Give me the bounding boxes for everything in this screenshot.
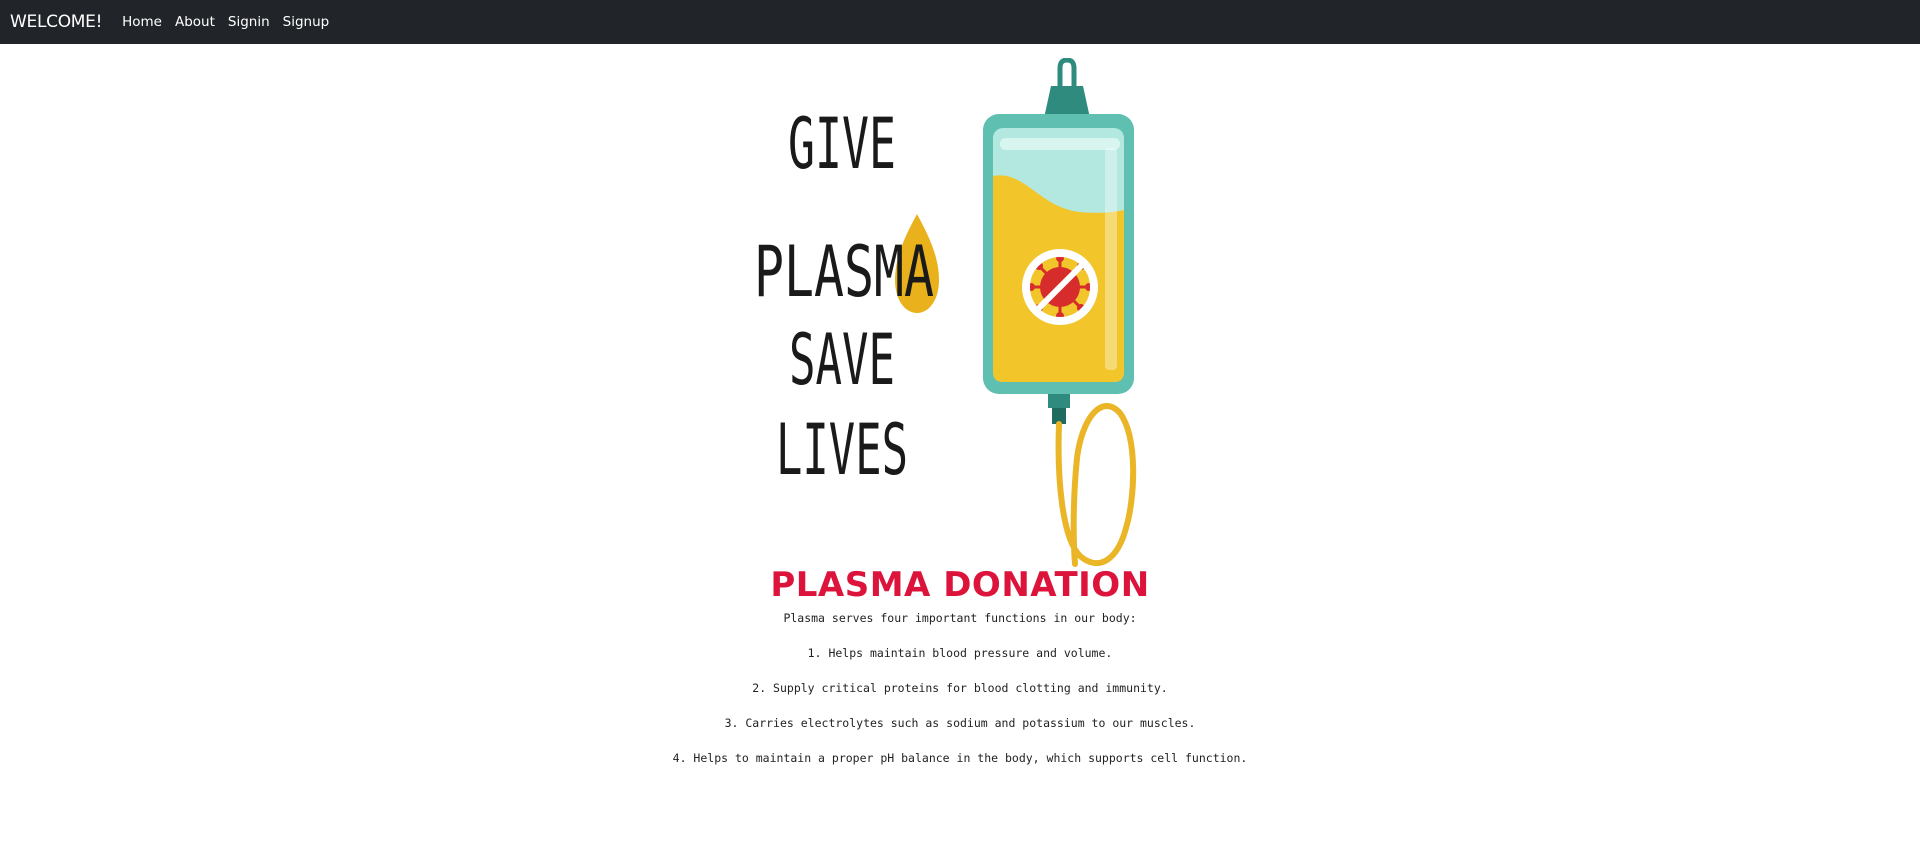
hero-svg: GIVE PLASMA SAVE LIVES xyxy=(754,58,1137,567)
virus-prohibited-icon xyxy=(1022,249,1098,325)
function-item-1: 1. Helps maintain blood pressure and vol… xyxy=(807,646,1113,660)
hero-illustration: GIVE PLASMA SAVE LIVES xyxy=(740,58,1180,570)
nav-link-about[interactable]: About xyxy=(175,14,215,30)
slogan-line-lives: LIVES xyxy=(776,409,908,491)
intro-text: Plasma serves four important functions i… xyxy=(783,611,1137,625)
slogan-line-save: SAVE xyxy=(789,319,895,401)
plasma-functions: Plasma serves four important functions i… xyxy=(0,612,1920,787)
function-item-2: 2. Supply critical proteins for blood cl… xyxy=(752,681,1168,695)
nav-link-home[interactable]: Home xyxy=(122,14,162,30)
nav-link-signin[interactable]: Signin xyxy=(228,14,270,30)
slogan-line-plasma: PLASMA xyxy=(754,231,934,313)
nav-link-signup[interactable]: Signup xyxy=(283,14,330,30)
tube-icon xyxy=(1055,403,1137,567)
function-item-3: 3. Carries electrolytes such as sodium a… xyxy=(724,716,1196,730)
page-title: PLASMA DONATION xyxy=(770,565,1150,605)
brand-welcome[interactable]: WELCOME! xyxy=(10,12,102,32)
slogan-line-give: GIVE xyxy=(788,103,896,185)
top-navbar: WELCOME! Home About Signin Signup xyxy=(0,0,1920,44)
plasma-bag-icon xyxy=(983,58,1134,424)
function-item-4: 4. Helps to maintain a proper pH balance… xyxy=(672,751,1248,765)
